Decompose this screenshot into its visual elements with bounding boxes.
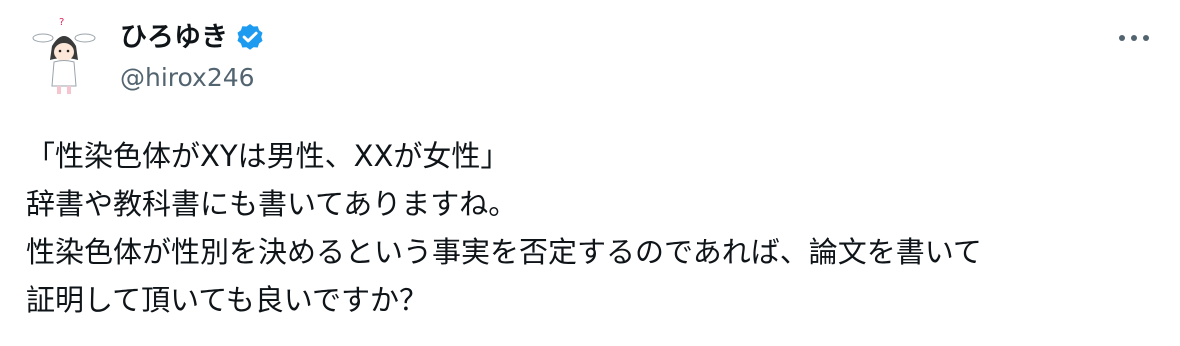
tweet-card: ? ひろゆき @hirox246 「性染色体がXYは男性、XXが女性」 辞書や教… (0, 0, 1180, 346)
tweet-line: 辞書や教科書にも書いてありますね。 (26, 187, 518, 221)
more-options-button[interactable] (1112, 22, 1156, 54)
avatar-illustration-icon: ? (32, 17, 96, 94)
author-name-row: ひろゆき (120, 18, 266, 58)
avatar[interactable]: ? (26, 16, 106, 96)
svg-text:?: ? (59, 17, 64, 28)
more-horizontal-icon (1119, 35, 1149, 41)
tweet-line: 性染色体が性別を決めるという事実を否定するのであれば、論文を書いて (26, 235, 982, 269)
tweet-line: 「性染色体がXYは男性、XXが女性」 (26, 139, 510, 173)
display-name[interactable]: ひろゆき (120, 18, 228, 58)
tweet-line: 証明して頂いても良いですか？ (26, 283, 428, 317)
tweet-text: 「性染色体がXYは男性、XXが女性」 辞書や教科書にも書いてありますね。 性染色… (26, 132, 1166, 324)
author-handle[interactable]: @hirox246 (120, 60, 255, 96)
verified-badge-icon[interactable] (234, 22, 266, 54)
